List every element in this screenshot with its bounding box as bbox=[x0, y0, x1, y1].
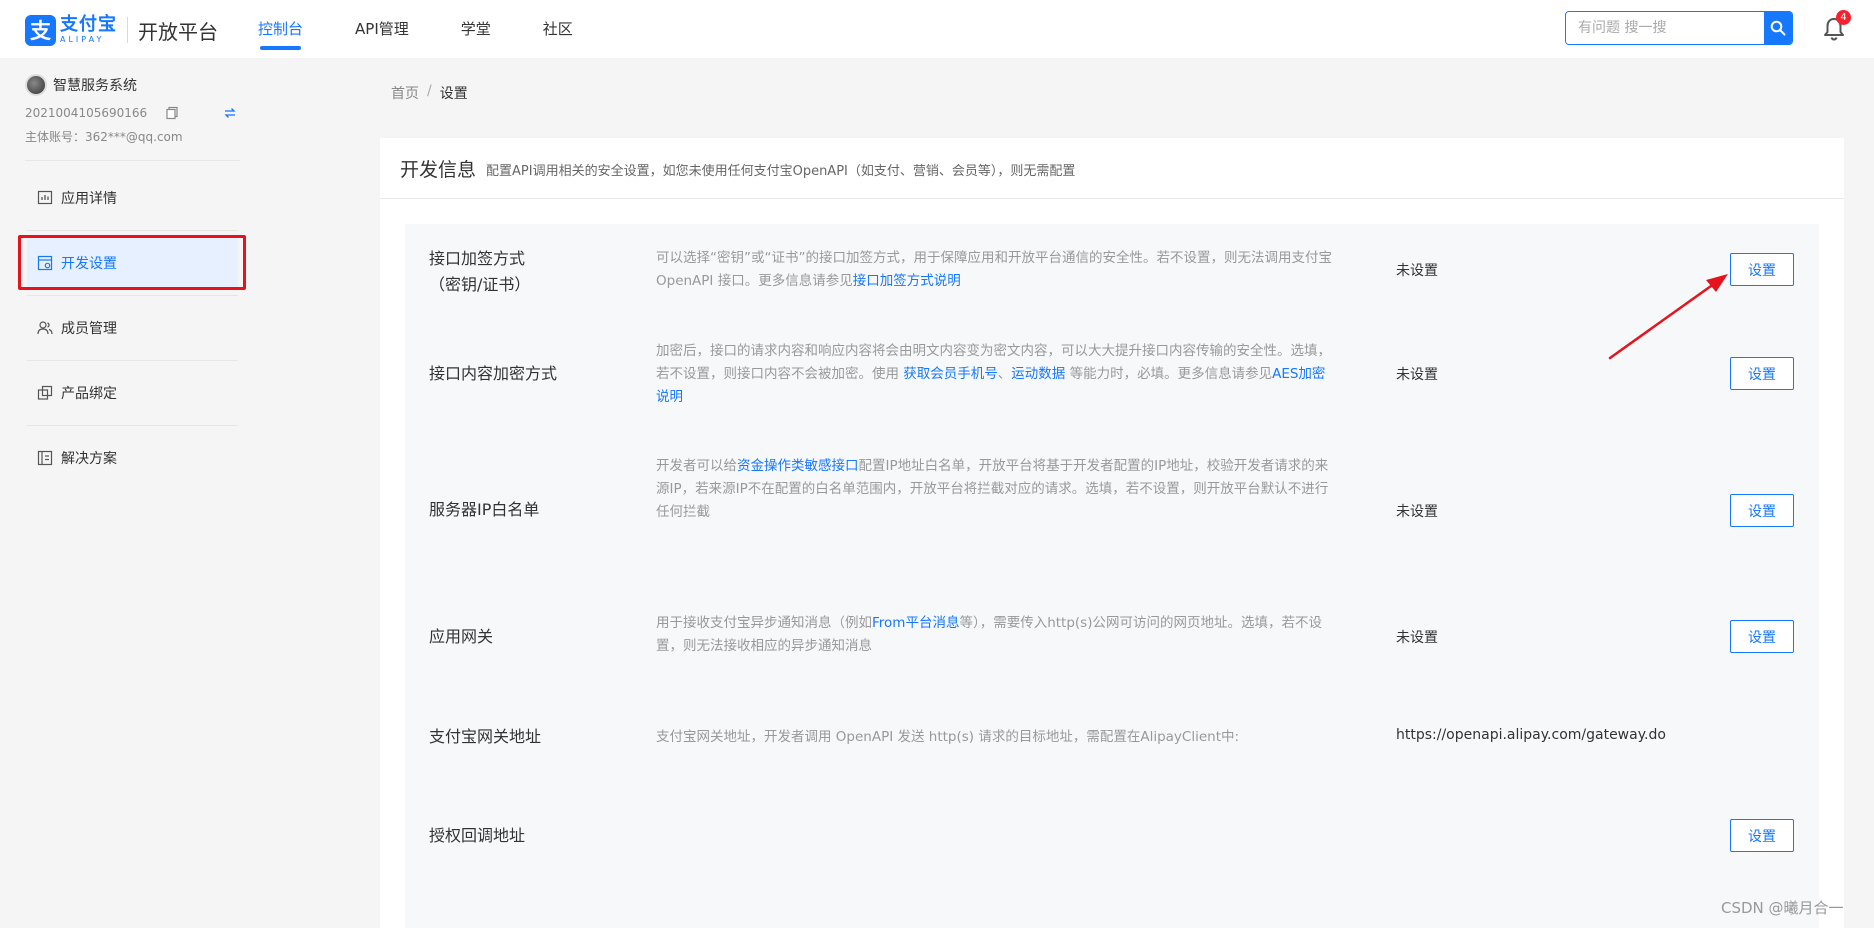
chart-icon bbox=[37, 190, 53, 205]
row-label-sub: （密钥/证书） bbox=[429, 275, 531, 294]
sport-data-link[interactable]: 运动数据 bbox=[1011, 366, 1065, 382]
logo-cn-text: 支付宝 bbox=[60, 14, 117, 35]
owner-account: 主体账号：362***@qq.com bbox=[25, 130, 183, 144]
breadcrumb-home[interactable]: 首页 bbox=[391, 83, 419, 103]
sidebar-item-product-bind[interactable]: 产品绑定 bbox=[25, 361, 240, 425]
nav-console[interactable]: 控制台 bbox=[258, 0, 303, 58]
sidebar-item-label: 开发设置 bbox=[61, 256, 117, 272]
settings-row-auth-callback: 授权回调地址 设置 bbox=[405, 804, 1819, 904]
copy-icon[interactable] bbox=[165, 106, 179, 120]
platform-name: 开放平台 bbox=[138, 19, 218, 44]
ip-whitelist-set-button[interactable]: 设置 bbox=[1730, 494, 1794, 527]
row-description: 可以选择“密钥”或“证书”的接口加签方式，用于保障应用和开放平台通信的安全性。若… bbox=[656, 250, 1332, 289]
app-info: 智慧服务系统 2021004105690166 主体账号：362***@qq.c… bbox=[25, 74, 240, 145]
sidebar-item-app-details[interactable]: 应用详情 bbox=[25, 166, 240, 230]
sidebar-item-label: 产品绑定 bbox=[61, 386, 117, 402]
sidebar-item-label: 解决方案 bbox=[61, 451, 117, 467]
watermark: CSDN @曦月合一 bbox=[1721, 899, 1844, 917]
switch-app-icon[interactable] bbox=[223, 106, 237, 120]
logo-divider bbox=[127, 17, 128, 43]
sensitive-api-link[interactable]: 资金操作类敏感接口 bbox=[737, 458, 859, 474]
sign-method-doc-link[interactable]: 接口加签方式说明 bbox=[853, 273, 961, 289]
row-status: 未设置 bbox=[1396, 630, 1438, 646]
breadcrumb-current: 设置 bbox=[439, 86, 468, 102]
sidebar-item-dev-settings[interactable]: 开发设置 bbox=[18, 231, 246, 295]
settings-row-ip-whitelist: 服务器IP白名单 开发者可以给资金操作类敏感接口配置IP地址白名单，开放平台将基… bbox=[405, 458, 1819, 604]
search-input[interactable] bbox=[1566, 12, 1764, 44]
alipay-logo[interactable]: 支 支付宝 ALIPAY 开放平台 bbox=[25, 14, 218, 46]
settings-row-alipay-gateway: 支付宝网关地址 支付宝网关地址，开发者调用 OpenAPI 发送 http(s)… bbox=[405, 704, 1819, 804]
settings-row-app-gateway: 应用网关 用于接收支付宝异步通知消息（例如From平台消息等），需要传入http… bbox=[405, 604, 1819, 704]
row-label: 服务器IP白名单 bbox=[429, 500, 540, 519]
top-nav: 控制台 API管理 学堂 社区 bbox=[258, 0, 625, 58]
members-icon bbox=[37, 321, 53, 335]
product-bind-icon bbox=[37, 385, 53, 400]
solution-icon bbox=[37, 450, 53, 466]
breadcrumb: 首页 / 设置 bbox=[391, 83, 468, 103]
row-status: 未设置 bbox=[1396, 504, 1438, 520]
sidebar-item-label: 应用详情 bbox=[61, 191, 117, 207]
avatar bbox=[25, 74, 47, 96]
nav-api-management[interactable]: API管理 bbox=[355, 0, 409, 58]
row-label: 应用网关 bbox=[429, 627, 494, 646]
member-phone-link[interactable]: 获取会员手机号 bbox=[903, 366, 998, 382]
sidebar-item-solutions[interactable]: 解决方案 bbox=[25, 426, 240, 490]
row-description: 开发者可以给资金操作类敏感接口配置IP地址白名单，开放平台将基于开发者配置的IP… bbox=[656, 458, 1329, 520]
search-box bbox=[1565, 11, 1793, 45]
annotation-arrow bbox=[1608, 274, 1728, 360]
panel-description: 配置API调用相关的安全设置，如您未使用任何支付宝OpenAPI（如支付、营销、… bbox=[486, 164, 1076, 179]
gateway-url: https://openapi.alipay.com/gateway.do bbox=[1396, 727, 1666, 743]
sidebar-item-members[interactable]: 成员管理 bbox=[25, 296, 240, 360]
row-label: 接口加签方式 bbox=[429, 249, 526, 268]
search-button[interactable] bbox=[1764, 12, 1792, 44]
dev-info-panel: 开发信息 配置API调用相关的安全设置，如您未使用任何支付宝OpenAPI（如支… bbox=[380, 138, 1844, 928]
app-gateway-set-button[interactable]: 设置 bbox=[1730, 620, 1794, 653]
row-label: 授权回调地址 bbox=[429, 826, 526, 845]
app-name: 智慧服务系统 bbox=[53, 78, 137, 94]
sidebar-item-label: 成员管理 bbox=[61, 321, 117, 337]
dev-settings-icon bbox=[37, 255, 53, 271]
row-description: 支付宝网关地址，开发者调用 OpenAPI 发送 http(s) 请求的目标地址… bbox=[656, 729, 1240, 745]
row-status: 未设置 bbox=[1396, 367, 1438, 383]
sidebar-divider bbox=[25, 160, 240, 161]
nav-community[interactable]: 社区 bbox=[543, 0, 573, 58]
row-label: 支付宝网关地址 bbox=[429, 727, 542, 746]
breadcrumb-separator: / bbox=[427, 83, 432, 99]
row-label: 接口内容加密方式 bbox=[429, 364, 558, 383]
sidebar-menu: 应用详情 开发设置 成员管理 产品绑定 解决方案 bbox=[18, 166, 246, 490]
from-platform-message-link[interactable]: From平台消息 bbox=[872, 615, 959, 631]
alipay-logo-icon: 支 bbox=[25, 14, 56, 46]
nav-academy[interactable]: 学堂 bbox=[461, 0, 491, 58]
row-description: 加密后，接口的请求内容和响应内容将会由明文内容变为密文内容，可以大大提升接口内容… bbox=[656, 343, 1331, 405]
notification-badge: 4 bbox=[1836, 10, 1851, 25]
app-id: 2021004105690166 bbox=[25, 106, 148, 120]
top-header: 支 支付宝 ALIPAY 开放平台 控制台 API管理 学堂 社区 4 bbox=[0, 0, 1874, 58]
panel-title: 开发信息 bbox=[400, 158, 477, 181]
logo-en-text: ALIPAY bbox=[60, 35, 105, 44]
auth-callback-set-button[interactable]: 设置 bbox=[1730, 819, 1794, 852]
row-description: 用于接收支付宝异步通知消息（例如From平台消息等），需要传入http(s)公网… bbox=[656, 615, 1322, 654]
search-icon bbox=[1770, 20, 1786, 36]
row-status: 未设置 bbox=[1396, 263, 1438, 279]
